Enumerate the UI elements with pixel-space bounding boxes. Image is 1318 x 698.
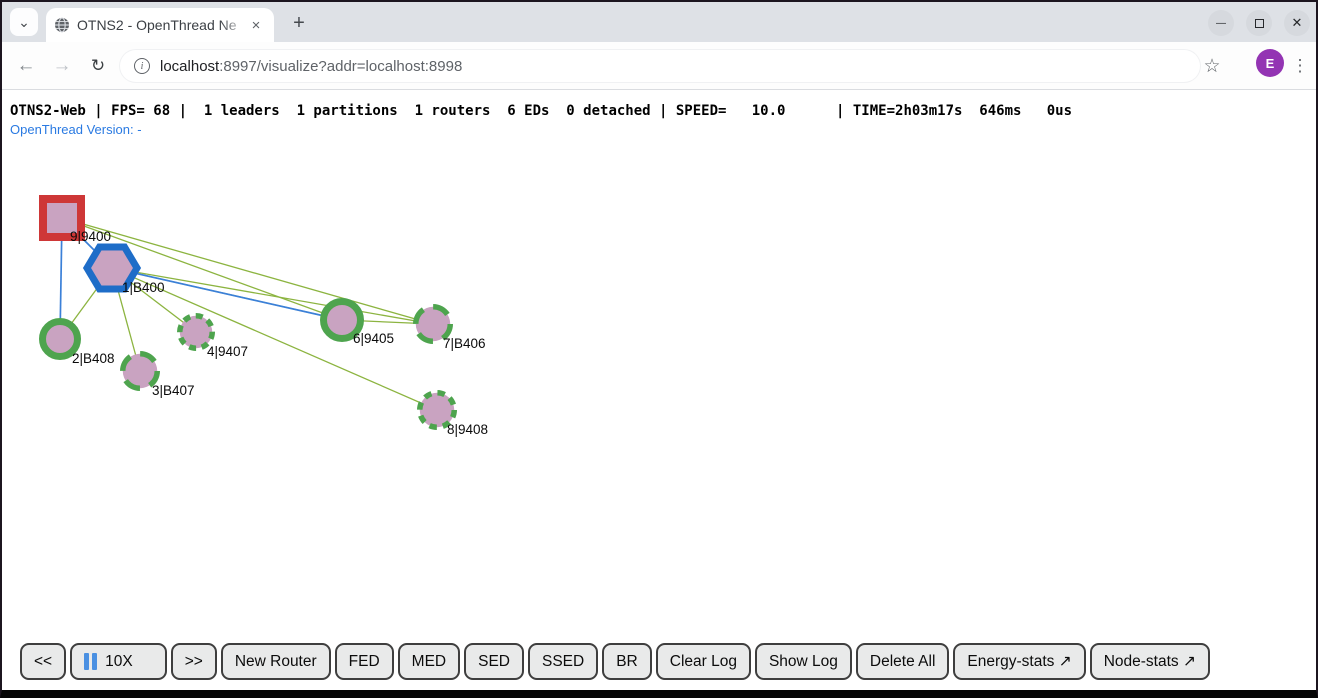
add-ssed-button[interactable]: SSED	[528, 643, 598, 680]
browser-navbar: ← → ↻ i localhost:8997/visualize?addr=lo…	[2, 42, 1316, 90]
maximize-icon	[1255, 19, 1264, 28]
address-bar[interactable]: i localhost:8997/visualize?addr=localhos…	[120, 50, 1200, 82]
new-router-button-label: New Router	[235, 653, 317, 671]
minimize-icon: —	[1216, 18, 1226, 29]
energy-stats-button-label: Energy-stats ↗	[967, 652, 1071, 671]
pause-speed-button-label: 10X	[105, 653, 133, 671]
bookmark-button[interactable]: ☆	[1200, 54, 1224, 78]
browser-tab[interactable]: OTNS2 - OpenThread Ne ×	[46, 8, 274, 42]
node-label: 8|9408	[447, 422, 488, 437]
pause-speed-button[interactable]: 10X	[70, 643, 167, 680]
globe-icon	[54, 17, 70, 33]
show-log-button-label: Show Log	[769, 653, 838, 671]
simulation-status-line: OTNS2-Web | FPS= 68 | 1 leaders 1 partit…	[10, 103, 1072, 119]
url-path: :8997/visualize?addr=localhost:8998	[219, 58, 462, 75]
speed-down-button-label: <<	[34, 653, 52, 671]
simulation-action-bar: << 10X >> New Router FED MED SED SSED BR Clear Lo…	[20, 643, 1210, 680]
network-topology-canvas[interactable]: 9|9400 1|B400 2|B408 3|B407 4|9407 6|9405 7|B4…	[2, 139, 1318, 679]
browser-titlebar: ⌄ OTNS2 - OpenThread Ne × + — ✕	[2, 2, 1316, 42]
new-router-button[interactable]: New Router	[221, 643, 331, 680]
forward-button[interactable]: →	[50, 54, 74, 78]
window-close-button[interactable]: ✕	[1284, 10, 1310, 36]
tab-close-icon[interactable]: ×	[246, 15, 266, 35]
back-button[interactable]: ←	[14, 54, 38, 78]
otns-page: OTNS2-Web | FPS= 68 | 1 leaders 1 partit…	[2, 91, 1316, 690]
node-label: 4|9407	[207, 344, 248, 359]
openthread-version-link[interactable]: OpenThread Version: -	[10, 122, 142, 137]
node-label: 2|B408	[72, 351, 115, 366]
reload-button[interactable]: ↻	[86, 54, 110, 78]
clear-log-button-label: Clear Log	[670, 653, 737, 671]
star-icon: ☆	[1203, 55, 1220, 78]
profile-avatar[interactable]: E	[1256, 49, 1284, 77]
add-med-button[interactable]: MED	[398, 643, 460, 680]
window-minimize-button[interactable]: —	[1208, 10, 1234, 36]
kebab-menu-icon: ⋮	[1292, 56, 1309, 76]
node-stats-button-label: Node-stats ↗	[1104, 652, 1196, 671]
back-arrow-icon: ←	[17, 55, 36, 77]
add-fed-button-label: FED	[349, 653, 380, 671]
pause-icon	[84, 653, 97, 670]
tab-search-button[interactable]: ⌄	[10, 8, 38, 36]
add-fed-button[interactable]: FED	[335, 643, 394, 680]
browser-menu-button[interactable]: ⋮	[1288, 54, 1312, 78]
add-br-button-label: BR	[616, 653, 638, 671]
browser-window: ⌄ OTNS2 - OpenThread Ne × + — ✕ ←	[0, 0, 1318, 698]
node-label: 3|B407	[152, 383, 195, 398]
tab-title: OTNS2 - OpenThread Ne	[77, 17, 239, 33]
add-br-button[interactable]: BR	[602, 643, 652, 680]
energy-stats-button[interactable]: Energy-stats ↗	[953, 643, 1085, 680]
add-sed-button-label: SED	[478, 653, 510, 671]
node-label: 6|9405	[353, 331, 394, 346]
close-icon: ✕	[1292, 15, 1303, 31]
speed-up-button-label: >>	[185, 653, 203, 671]
delete-all-button[interactable]: Delete All	[856, 643, 949, 680]
forward-arrow-icon: →	[53, 55, 72, 77]
url-text[interactable]: localhost:8997/visualize?addr=localhost:…	[160, 58, 462, 75]
node-label: 7|B406	[443, 336, 486, 351]
add-med-button-label: MED	[412, 653, 446, 671]
radio-link	[112, 268, 433, 324]
node-stats-button[interactable]: Node-stats ↗	[1090, 643, 1210, 680]
add-ssed-button-label: SSED	[542, 653, 584, 671]
site-info-icon[interactable]: i	[134, 58, 150, 74]
new-tab-button[interactable]: +	[286, 10, 312, 36]
reload-icon: ↻	[91, 56, 105, 76]
clear-log-button[interactable]: Clear Log	[656, 643, 751, 680]
speed-up-button[interactable]: >>	[171, 643, 217, 680]
url-host: localhost	[160, 58, 219, 75]
node-label: 9|9400	[70, 229, 111, 244]
window-maximize-button[interactable]	[1246, 10, 1272, 36]
node-label: 1|B400	[122, 280, 165, 295]
chevron-down-icon: ⌄	[18, 14, 30, 31]
add-sed-button[interactable]: SED	[464, 643, 524, 680]
speed-down-button[interactable]: <<	[20, 643, 66, 680]
delete-all-button-label: Delete All	[870, 653, 935, 671]
show-log-button[interactable]: Show Log	[755, 643, 852, 680]
